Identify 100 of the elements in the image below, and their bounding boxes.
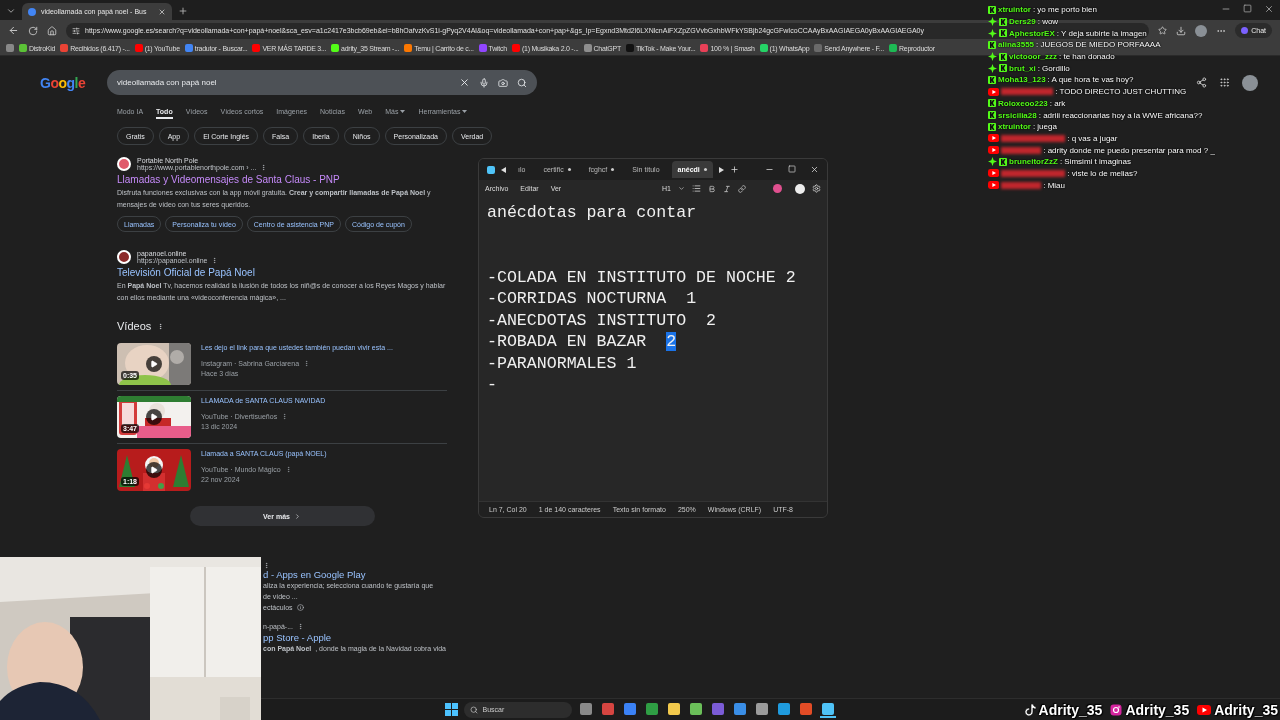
site-favicon-icon xyxy=(117,250,131,264)
camera-search-icon[interactable] xyxy=(498,77,508,88)
kick-icon xyxy=(999,157,1007,166)
chat-message: : juega xyxy=(1032,122,1057,132)
channel-handle: Adrity_35 xyxy=(1038,702,1103,718)
instagram-icon xyxy=(1110,704,1123,716)
caret-icon xyxy=(678,185,685,192)
home-icon[interactable] xyxy=(47,25,57,36)
chat-message: : Miau xyxy=(1043,180,1065,190)
italic-icon[interactable] xyxy=(723,184,731,193)
chat-message: : Y deja subirte la imagen xyxy=(1056,28,1147,38)
settings-icon[interactable] xyxy=(812,184,821,193)
kick-icon xyxy=(988,5,996,14)
kick-icon xyxy=(999,29,1007,38)
youtube-icon xyxy=(988,134,1000,143)
microphone-icon[interactable] xyxy=(479,77,489,88)
text-line: -PARANORMALES 1 xyxy=(487,353,638,375)
chat-username: bruneitorZzZ xyxy=(1009,157,1058,167)
chat-message: : yo me porto bien xyxy=(1032,5,1097,15)
chat-message: : Gordillo xyxy=(1037,63,1070,73)
maximize-icon[interactable] xyxy=(1243,4,1252,13)
result-title-link[interactable]: Llamadas y Videomensajes de Santa Claus - PNP xyxy=(117,174,447,185)
chat-username: Moha13_123 xyxy=(998,75,1046,85)
youtube-icon xyxy=(988,181,1000,190)
close-icon[interactable] xyxy=(1264,4,1274,14)
chat-message: : ark xyxy=(1049,98,1066,108)
kick-icon xyxy=(988,75,996,84)
text-line: -COLADA EN INSTITUTO DE NOCHE 2 xyxy=(487,267,797,289)
youtube-icon xyxy=(988,146,1000,155)
tab-list-icon[interactable] xyxy=(6,6,16,16)
channel-handle: Adrity_35 xyxy=(1125,702,1190,718)
copilot-icon[interactable] xyxy=(773,184,782,193)
search-field[interactable]: videollamada con papá noel xyxy=(107,70,537,95)
chat-username: alina3555 xyxy=(998,40,1035,50)
chat-username: xtruintor xyxy=(998,122,1031,132)
result-title-link[interactable]: pp Store - Apple xyxy=(263,632,1280,643)
tiktok-icon xyxy=(1024,704,1036,716)
download-icon[interactable] xyxy=(1176,25,1187,36)
chat-username: xtruintor xyxy=(998,5,1031,15)
youtube-icon xyxy=(988,87,1000,96)
profile-avatar[interactable] xyxy=(1242,74,1258,91)
new-tab-icon[interactable] xyxy=(729,165,739,174)
clear-icon[interactable] xyxy=(459,77,470,88)
scroll-left-icon[interactable] xyxy=(501,166,506,173)
chat-message: : adrity donde me puedo presentar para mod ? _ xyxy=(1043,145,1215,155)
back-icon[interactable] xyxy=(8,25,19,36)
result-title-link[interactable]: d - Apps en Google Play xyxy=(263,569,1280,580)
selected-text: 2 xyxy=(666,332,677,351)
chat-message: : adriii reaccionarias hoy a la WWE africana?? xyxy=(1038,110,1203,120)
close-icon[interactable] xyxy=(810,165,819,174)
blurred-username xyxy=(1001,169,1066,177)
chat-message: : TODO DIRECTO JUST CHUTTING xyxy=(1055,87,1187,97)
blurred-username xyxy=(1001,146,1042,154)
list-icon[interactable] xyxy=(692,184,701,193)
chat-message: : viste lo de melias? xyxy=(1067,168,1138,178)
notepad-app-icon xyxy=(487,165,495,174)
bookmark-star-icon[interactable] xyxy=(1158,26,1168,35)
text-line: - xyxy=(487,375,498,396)
chevron-right-icon xyxy=(293,512,301,520)
text-editor[interactable]: anécdotas para contar -COLADA EN INSTITUTO DE NOCHE 2 -CORRIDAS NOCTURNA 1 -ANECDOTAS INSTITUTO 2 -ROBADA EN BAZAR 2 -PARANORMALES 1 - xyxy=(479,197,827,501)
chat-username: AphestorEX xyxy=(1009,28,1055,38)
bold-icon[interactable] xyxy=(708,184,716,193)
reload-icon[interactable] xyxy=(28,25,38,36)
text-line: anécdotas para contar xyxy=(487,203,698,224)
share-icon[interactable] xyxy=(1196,77,1207,88)
chat-message: : q vas a jugar xyxy=(1067,133,1118,143)
blurred-username xyxy=(1001,88,1054,96)
new-tab-icon[interactable] xyxy=(178,6,188,16)
google-logo[interactable]: Google xyxy=(40,74,107,91)
profile-avatar[interactable] xyxy=(795,183,805,194)
youtube-logo-icon xyxy=(1197,705,1212,715)
google-favicon-icon xyxy=(28,7,36,16)
chat-username: srsicilia28 xyxy=(998,110,1037,120)
apps-grid-icon[interactable] xyxy=(1219,77,1230,88)
blurred-username xyxy=(1001,181,1042,189)
text-line: -ANECDOTAS INSTITUTO 2 xyxy=(487,310,718,332)
kick-icon xyxy=(988,99,996,108)
search-icon[interactable] xyxy=(517,77,527,88)
kick-icon xyxy=(988,111,996,120)
chat-message: : JUEGOS DE MIEDO PORFAAAA xyxy=(1036,40,1161,50)
site-favicon-icon xyxy=(117,157,131,171)
youtube-icon xyxy=(988,169,1000,178)
scroll-right-icon[interactable] xyxy=(718,166,724,173)
blurred-username xyxy=(1001,134,1066,142)
section-heading: Vídeos xyxy=(117,320,152,332)
info-icon[interactable] xyxy=(296,604,304,611)
start-icon[interactable] xyxy=(444,703,458,716)
text-line: -CORRIDAS NOCTURNA 1 xyxy=(487,289,698,310)
kick-icon xyxy=(999,17,1007,26)
kick-icon xyxy=(999,52,1007,61)
close-tab-icon[interactable] xyxy=(158,7,166,16)
site-info-icon[interactable] xyxy=(72,26,80,35)
channel-handle: Adrity_35 xyxy=(1214,702,1278,718)
chat-message: : Simsimi t imaginas xyxy=(1059,157,1131,167)
chat-username: brut_xi xyxy=(1009,63,1036,73)
link-icon[interactable] xyxy=(738,184,746,193)
text-line: -ROBADA EN BAZAR 2 xyxy=(487,332,678,353)
kick-icon xyxy=(999,64,1007,73)
chat-username: victooor_zzz xyxy=(1009,52,1057,62)
result-title-link[interactable]: Televisión Oficial de Papá Noel xyxy=(117,267,447,278)
